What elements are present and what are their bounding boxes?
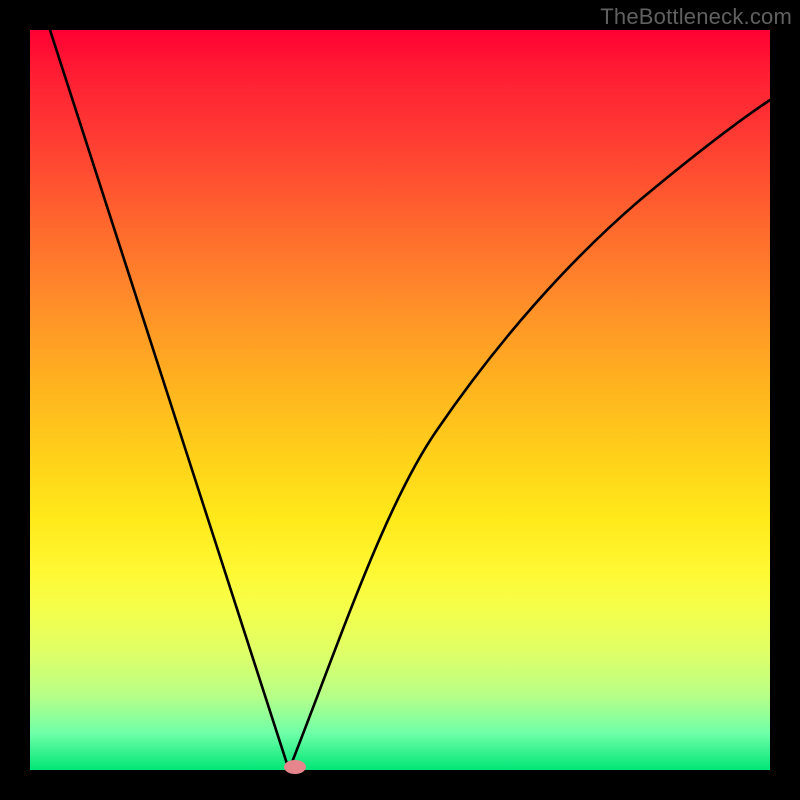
chart-plot-area xyxy=(30,30,770,770)
chart-curve xyxy=(30,30,770,770)
chart-frame: TheBottleneck.com xyxy=(0,0,800,800)
curve-path xyxy=(50,30,770,770)
minimum-marker xyxy=(284,760,306,774)
attribution-label: TheBottleneck.com xyxy=(600,4,792,30)
